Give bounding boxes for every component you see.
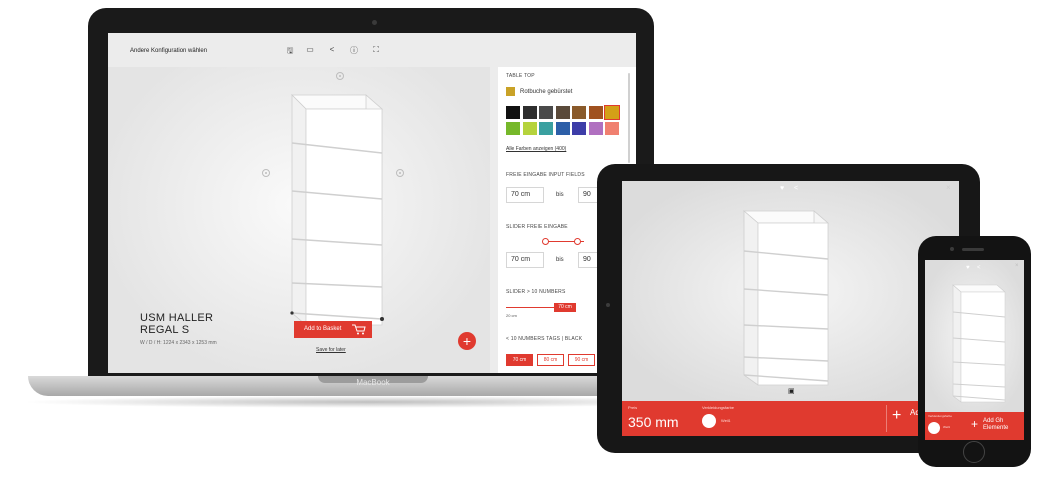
price-value: 350 mm [628, 414, 679, 430]
color-toggle[interactable] [702, 414, 716, 428]
slider-numbers-header: SLIDER > 10 NUMBERS [506, 289, 566, 295]
product-dimensions: W / D / H: 1224 x 2343 x 1253 mm [140, 340, 217, 346]
camera-icon [950, 247, 954, 251]
color-swatch[interactable] [506, 122, 520, 135]
slider-from-input[interactable]: 70 cm [506, 252, 544, 268]
cart-icon [352, 324, 366, 335]
camera-icon [372, 20, 377, 25]
phone-screen: ♥ < × Verkleidungsfarbe Weiß + Add Gh El… [925, 260, 1024, 440]
color-label: Verkleidungsfarbe [702, 405, 735, 410]
folder-icon[interactable]: ▭ [304, 45, 316, 57]
add-label-line1: Add Gh [983, 418, 1004, 424]
color-swatch[interactable] [539, 122, 553, 135]
color-name: Weiß [943, 425, 950, 429]
slider-min-label: 20 cm [506, 313, 517, 318]
save-for-later-link[interactable]: Save for later [316, 347, 346, 353]
plus-icon[interactable]: + [971, 418, 978, 430]
product-title-line1: USM HALLER [140, 312, 214, 324]
add-to-basket-label: Add to Basket [304, 326, 342, 332]
color-swatch[interactable] [604, 105, 620, 120]
color-swatch[interactable] [539, 106, 553, 119]
size-tag[interactable]: 90 cm [568, 354, 595, 366]
color-swatch[interactable] [522, 122, 537, 135]
product-title-line2: REGAL S [140, 324, 190, 336]
range-slider-max-knob[interactable] [574, 238, 581, 245]
numbers-slider-value[interactable]: 70 cm [554, 303, 576, 312]
shelf-model[interactable] [734, 207, 834, 395]
color-swatch[interactable] [605, 122, 619, 135]
share-icon[interactable]: < [977, 265, 981, 271]
tablet-screen: ♥ < × ▣ Preis 350 mm Verkleidungsfarbe W… [622, 181, 959, 436]
heart-icon[interactable]: ♥ [966, 265, 970, 271]
phone-speaker [962, 248, 984, 251]
size-tag[interactable]: 80 cm [537, 354, 564, 366]
hotspot-icon[interactable] [262, 169, 270, 177]
share-icon[interactable]: < [794, 185, 798, 192]
share-icon[interactable]: < [326, 45, 338, 57]
hotspot-icon[interactable] [396, 169, 404, 177]
change-configuration-link[interactable]: Andere Konfiguration wählen [130, 48, 207, 54]
shelf-model[interactable] [947, 282, 1009, 408]
table-top-header: TABLE TOP [506, 73, 535, 79]
slider-free-header: SLIDER FREIE EINGABE [506, 224, 568, 230]
tablet-home-button [606, 303, 610, 307]
info-badge-icon[interactable]: ▣ [788, 387, 795, 395]
phone-3d-viewport[interactable]: ♥ < × [925, 260, 1024, 412]
add-label-line2: Elemente [983, 425, 1009, 431]
bis-label: bis [556, 192, 564, 198]
all-colors-link[interactable]: Alle Farben anzeigen (400) [506, 146, 566, 152]
panel-scrollbar[interactable] [628, 73, 630, 163]
tags-header: < 10 NUMBERS TAGS | BLACK [506, 336, 583, 342]
product-title: USM HALLER REGAL S [140, 312, 213, 336]
price-label: Preis [628, 405, 638, 410]
add-element-fab[interactable]: + [458, 332, 476, 350]
color-swatch[interactable] [506, 106, 520, 119]
heart-icon[interactable]: ♥ [780, 185, 784, 192]
save-icon[interactable]: 🖫 [284, 45, 296, 57]
laptop-screen: Andere Konfiguration wählen 🖫 ▭ < ⓘ ⛶ US… [108, 33, 636, 373]
free-input-header: FREIE EINGABE INPUT FIELDS [506, 172, 585, 178]
size-tag[interactable]: 70 cm [506, 354, 533, 366]
fullscreen-icon[interactable]: ⛶ [370, 45, 382, 57]
close-icon[interactable]: × [1015, 263, 1019, 269]
bis-label: bis [556, 257, 564, 263]
color-swatch[interactable] [522, 106, 537, 119]
color-swatch[interactable] [555, 122, 570, 135]
phone-home-button [963, 441, 985, 463]
color-swatch[interactable] [588, 122, 603, 135]
width-from-input[interactable]: 70 cm [506, 187, 544, 203]
divider [886, 405, 887, 432]
color-toggle[interactable] [928, 422, 940, 434]
device-mockup-stage: MacBook Andere Konfiguration wählen 🖫 ▭ … [0, 0, 1057, 484]
phone-action-bar: Verkleidungsfarbe Weiß + Add Gh Elemente [925, 412, 1024, 440]
selected-color-swatch [506, 87, 515, 96]
selected-color-name: Rotbuche gebürstet [520, 89, 573, 95]
shelf-model[interactable] [276, 87, 392, 337]
info-icon[interactable]: ⓘ [348, 45, 360, 57]
macbook-label: MacBook [356, 378, 390, 387]
add-element-button[interactable]: Add Gh Elemente [983, 418, 1021, 432]
hotspot-icon[interactable] [336, 72, 344, 80]
color-swatch[interactable] [555, 106, 570, 119]
plus-icon[interactable]: + [892, 408, 901, 424]
color-swatch[interactable] [588, 106, 603, 119]
tablet-3d-viewport[interactable]: ♥ < × ▣ [622, 181, 959, 401]
color-label: Verkleidungsfarbe [928, 414, 953, 418]
close-icon[interactable]: × [946, 183, 951, 192]
range-slider-min-knob[interactable] [542, 238, 549, 245]
color-swatch[interactable] [572, 106, 586, 119]
color-swatch[interactable] [572, 122, 586, 135]
color-name: Weiß [721, 418, 731, 423]
tablet-action-bar: Preis 350 mm Verkleidungsfarbe Weiß + Ad… [622, 401, 959, 436]
add-to-basket-button[interactable]: Add to Basket [294, 321, 372, 338]
